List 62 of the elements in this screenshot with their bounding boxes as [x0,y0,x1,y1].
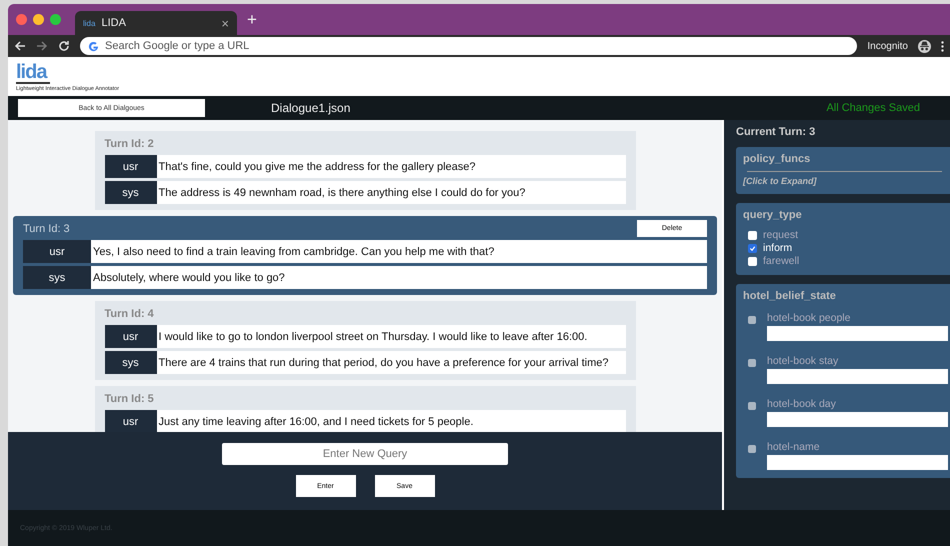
slot-input[interactable] [767,326,948,341]
panel-title: hotel_belief_state [743,290,837,302]
turn-id: Turn Id: 5 [104,392,154,404]
checkbox[interactable] [748,359,756,367]
checkbox[interactable] [748,244,757,252]
slot-input[interactable] [767,369,948,384]
turn-card[interactable]: Turn Id: 5 usr Just any time leaving after 16:00, and I need tickets for 5 people. [94,386,636,432]
checkbox[interactable] [748,316,756,324]
turn-card[interactable] [94,301,636,380]
file-name: Dialogue1.json [271,101,350,115]
checkbox[interactable] [748,256,757,266]
expand-link[interactable]: [Click to Expand] [743,176,950,186]
utterance-text: Yes, I also need to find a train leaving from cambridge. Can you help me with that? [91,240,707,263]
panel-title: query_type [743,209,803,221]
menu-icon[interactable] [941,40,944,52]
checkbox[interactable] [748,402,756,410]
profile-label: Incognito [867,40,908,52]
slot-input[interactable] [767,455,948,470]
speaker-tag: sys [23,266,91,289]
turn-id: Turn Id: 4 [104,308,154,320]
save-status: All Changes Saved [826,102,920,114]
utterance-text: That's fine, could you give me the address for the gallery please? [156,155,626,178]
slot-label: hotel-book stay [767,355,840,367]
speaker-tag: usr [104,325,156,348]
reload-icon[interactable] [58,40,70,52]
new-tab-button[interactable]: + [247,10,257,30]
minimize-window-button[interactable] [33,14,44,25]
turn-id: Turn Id: 3 [23,222,70,234]
close-tab-button[interactable]: × [221,16,229,30]
option-label: farewell [763,255,800,267]
turn-id: Turn Id: 2 [104,138,154,150]
address-bar[interactable]: Search Google or type a URL [80,37,858,55]
incognito-icon[interactable] [918,40,931,52]
speaker-tag: usr [23,240,91,263]
utterance-text: Absolutely, where would you like to go? [91,266,707,289]
slot-label: hotel-book day [767,398,837,410]
utterance-text: There are 4 trains that run during that period, do you have a preference for your arrival time? [156,351,626,374]
turn-card[interactable]: Turn Id: 2 usr That's fine, could you give me the address for the gallery please? sys The address is 49 newnham road, is there anything else I could do for you? [94,131,636,210]
slot-input[interactable] [767,412,948,427]
checkbox[interactable] [748,230,757,240]
google-icon [88,40,99,52]
back-icon[interactable] [14,40,26,52]
maximize-window-button[interactable] [50,14,61,25]
speaker-tag: usr [104,155,156,178]
option-label: request [763,229,798,241]
speaker-tag: sys [104,351,156,374]
slot-label: hotel-book people [767,312,852,324]
checkbox[interactable] [748,445,756,453]
close-window-button[interactable] [16,14,27,25]
logo: lida [16,62,50,84]
speaker-tag: usr [104,410,156,432]
forward-icon[interactable] [36,40,48,52]
query-input[interactable]: Enter New Query [222,443,508,465]
utterance-text: The address is 49 newnham road, is there anything else I could do for you? [156,181,626,204]
slot-label: hotel-name [767,441,821,453]
current-turn-label: Current Turn: 3 [736,126,816,138]
utterance-text: Just any time leaving after 16:00, and I need tickets for 5 people. [156,410,626,432]
speaker-tag: sys [104,181,156,204]
option-label: inform [763,242,792,254]
utterance-text: I would like to go to london liverpool street on Thursday. I would like to leave after 16:00. [156,325,626,348]
browser-tab[interactable]: lida LIDA × [75,11,237,35]
panel-title: policy_funcs [743,153,812,165]
